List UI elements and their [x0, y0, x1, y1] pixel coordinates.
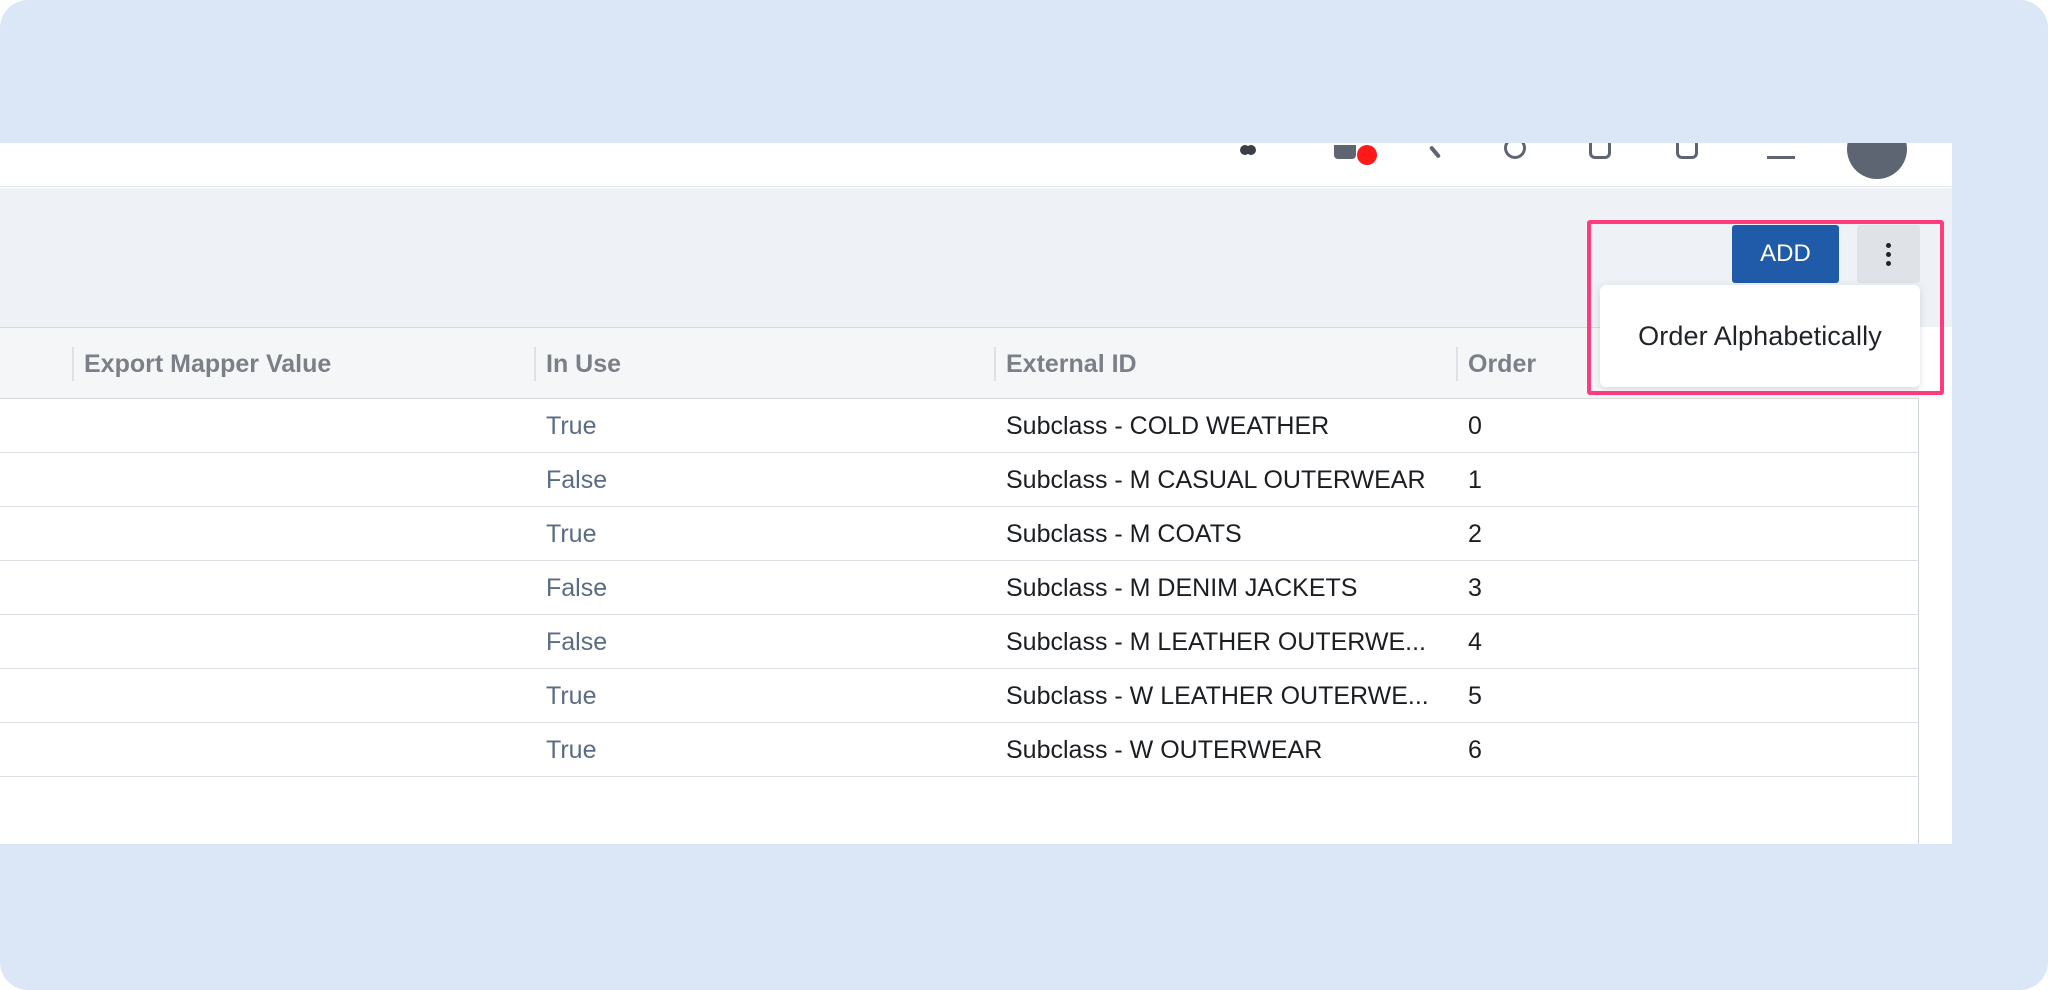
cell-export-mapper-value — [74, 507, 84, 561]
more-options-button[interactable] — [1857, 225, 1920, 283]
column-header-export-mapper-value[interactable]: Export Mapper Value — [74, 328, 331, 400]
cell-order: 2 — [1468, 519, 1482, 548]
more-vert-icon — [1886, 242, 1891, 248]
cell-export-mapper-value — [74, 615, 84, 669]
clipboard-icon[interactable] — [1672, 143, 1702, 159]
cell-order: 0 — [1468, 411, 1482, 440]
top-navigation-bar — [0, 143, 1952, 187]
table-row[interactable]: False Subclass - M CASUAL OUTERWEAR 1 — [0, 453, 1919, 507]
help-icon[interactable] — [1500, 143, 1530, 159]
table-row[interactable]: False Subclass - M DENIM JACKETS 3 — [0, 561, 1919, 615]
column-header-in-use[interactable]: In Use — [536, 328, 621, 400]
table-row[interactable]: True Subclass - W OUTERWEAR 6 — [0, 723, 1919, 777]
menu-icon[interactable] — [1766, 143, 1796, 159]
cell-in-use: True — [546, 411, 597, 440]
table-row[interactable]: True Subclass - M COATS 2 — [0, 507, 1919, 561]
cell-export-mapper-value — [74, 399, 84, 453]
people-icon[interactable] — [1233, 143, 1263, 159]
cell-in-use: True — [546, 735, 597, 764]
cell-export-mapper-value — [74, 561, 84, 615]
search-icon[interactable] — [1420, 143, 1450, 159]
notification-badge — [1357, 145, 1377, 165]
cell-in-use: False — [546, 465, 608, 494]
table-row[interactable]: True Subclass - W LEATHER OUTERWE... 5 — [0, 669, 1919, 723]
more-vert-icon — [1886, 260, 1891, 266]
avatar[interactable] — [1847, 143, 1907, 179]
table-row[interactable]: True Subclass - COLD WEATHER 0 — [0, 399, 1919, 453]
cell-external-id: Subclass - W OUTERWEAR — [1006, 735, 1323, 764]
cell-order: 4 — [1468, 627, 1482, 656]
cell-external-id: Subclass - W LEATHER OUTERWE... — [1006, 681, 1429, 710]
cell-external-id: Subclass - M DENIM JACKETS — [1006, 573, 1358, 602]
cell-external-id: Subclass - M LEATHER OUTERWE... — [1006, 627, 1426, 656]
cell-order: 6 — [1468, 735, 1482, 764]
cell-external-id: Subclass - COLD WEATHER — [1006, 411, 1330, 440]
cell-export-mapper-value — [74, 723, 84, 777]
cell-order: 1 — [1468, 465, 1482, 494]
cell-in-use: True — [546, 519, 597, 548]
table-row[interactable]: False Subclass - M LEATHER OUTERWE... 4 — [0, 615, 1919, 669]
cell-external-id: Subclass - M COATS — [1006, 519, 1242, 548]
cell-in-use: False — [546, 573, 608, 602]
data-table: Export Mapper Value In Use External ID O… — [0, 327, 1919, 844]
user-card-icon[interactable] — [1585, 143, 1615, 159]
cell-in-use: False — [546, 627, 608, 656]
add-button[interactable]: ADD — [1732, 225, 1839, 283]
cell-in-use: True — [546, 681, 597, 710]
column-header-external-id[interactable]: External ID — [996, 328, 1137, 400]
menu-item-order-alphabetically[interactable]: Order Alphabetically — [1638, 321, 1882, 352]
cell-order: 3 — [1468, 573, 1482, 602]
cell-order: 5 — [1468, 681, 1482, 710]
more-vert-icon — [1886, 251, 1891, 257]
cell-export-mapper-value — [74, 669, 84, 723]
more-options-menu: Order Alphabetically — [1600, 285, 1920, 387]
notification-bell-icon[interactable] — [1330, 143, 1360, 159]
column-header-order[interactable]: Order — [1458, 328, 1536, 400]
cell-export-mapper-value — [74, 453, 84, 507]
cell-external-id: Subclass - M CASUAL OUTERWEAR — [1006, 465, 1426, 494]
app-window: Export Mapper Value In Use External ID O… — [0, 143, 1952, 844]
